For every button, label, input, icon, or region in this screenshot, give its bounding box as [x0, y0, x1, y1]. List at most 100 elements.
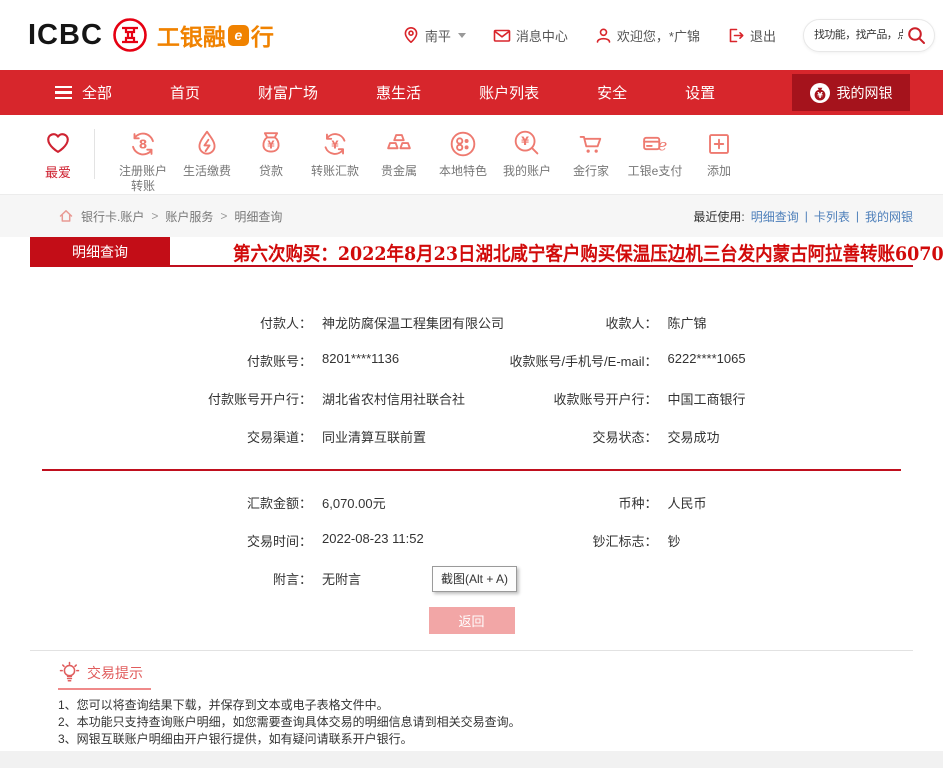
- quick-item-my-account[interactable]: ¥ 我的账户: [495, 127, 559, 179]
- payee-bank-value: 中国工商银行: [658, 389, 746, 408]
- time-label: 交易时间：: [30, 531, 312, 550]
- location-label: 南平: [425, 26, 451, 45]
- cash-flag-value: 钞: [658, 531, 681, 550]
- home-icon[interactable]: [58, 208, 74, 224]
- header-utilities: 南平 消息中心 欢迎您，*广锦: [402, 19, 935, 52]
- menu-icon: [55, 83, 72, 102]
- quick-item-label: 贵金属: [381, 164, 417, 179]
- brand-post: 行: [251, 18, 274, 52]
- top-header: ICBC 工银融 e 行 南平: [0, 0, 943, 70]
- nav-item-settings[interactable]: 设置: [685, 82, 715, 103]
- tips-list: 1、您可以将查询结果下载，并保存到文本或电子表格文件中。 2、本功能只支持查询账…: [58, 697, 913, 748]
- quick-item-label: 最爱: [45, 162, 71, 181]
- status-value: 交易成功: [658, 427, 720, 446]
- tab-detail-query[interactable]: 明细查询: [30, 237, 170, 267]
- breadcrumb-item-account-service[interactable]: 账户服务: [165, 208, 213, 225]
- remark-value: 无附言: [312, 569, 361, 588]
- my-ebank-badge[interactable]: ¥ 我的网银: [792, 74, 910, 111]
- tips-item: 1、您可以将查询结果下载，并保存到文本或电子表格文件中。: [58, 697, 913, 714]
- breadcrumb-bar: 银行卡.账户 > 账户服务 > 明细查询 最近使用: 明细查询 | 卡列表 | …: [0, 195, 943, 237]
- quick-item-gold-expert[interactable]: 金行家: [559, 127, 623, 179]
- brand-e-badge: e: [228, 25, 249, 46]
- transaction-tips: 交易提示 1、您可以将查询结果下载，并保存到文本或电子表格文件中。 2、本功能只…: [30, 650, 913, 748]
- quick-item-favorites[interactable]: 最爱: [42, 127, 74, 181]
- payee-label: 收款人：: [472, 313, 658, 332]
- quick-item-label: 金行家: [573, 164, 609, 179]
- welcome-user[interactable]: 欢迎您，*广锦: [595, 26, 700, 45]
- icbc-logo[interactable]: ICBC 工银融 e 行: [28, 17, 274, 53]
- nav-item-all[interactable]: 全部: [55, 82, 112, 103]
- annotation-title: 第六次购买：2022年8月23日湖北咸宁客户购买保温压边机三台发内蒙古阿拉善转账…: [233, 237, 943, 267]
- main-nav: 全部 首页 财富广场 惠生活 账户列表 安全 设置 ¥ 我的网银: [0, 70, 943, 115]
- search-box[interactable]: [803, 19, 935, 52]
- payee-bank-label: 收款账号开户行：: [472, 389, 658, 408]
- amount-label: 汇款金额：: [30, 493, 312, 512]
- breadcrumb-item-bankcard[interactable]: 银行卡.账户: [81, 208, 144, 225]
- quick-item-precious-metal[interactable]: 贵金属: [367, 127, 431, 179]
- life-payment-icon: [190, 127, 224, 161]
- detail-row: 交易渠道：同业清算互联前置 交易状态：交易成功: [30, 417, 913, 455]
- my-ebank-label: 我的网银: [837, 83, 893, 103]
- svg-text:¥: ¥: [267, 139, 275, 151]
- search-icon[interactable]: [907, 26, 926, 45]
- svg-text:¥: ¥: [331, 139, 339, 151]
- svg-text:e: e: [658, 136, 668, 155]
- quick-item-register-transfer[interactable]: 8 注册账户 转账: [111, 127, 175, 194]
- quick-item-label: 转账汇款: [311, 164, 359, 179]
- local-feature-icon: [446, 127, 480, 161]
- tips-title: 交易提示: [87, 663, 143, 683]
- detail-row: 交易时间：2022-08-23 11:52 钞汇标志：钞: [30, 521, 913, 559]
- link-separator: |: [856, 209, 859, 223]
- nav-item-life[interactable]: 惠生活: [376, 82, 421, 103]
- quick-item-label: 贷款: [259, 164, 283, 179]
- vertical-divider: [94, 129, 95, 179]
- payer-bank-label: 付款账号开户行：: [30, 389, 312, 408]
- quick-item-life-payment[interactable]: 生活缴费: [175, 127, 239, 179]
- loan-icon: ¥: [254, 127, 288, 161]
- nav-item-wealth[interactable]: 财富广场: [258, 82, 318, 103]
- payee-account-value: 6222****1065: [658, 351, 746, 370]
- recent-link-detail-query[interactable]: 明细查询: [751, 208, 799, 225]
- svg-text:8: 8: [139, 138, 148, 152]
- transaction-details: 付款人：神龙防腐保温工程集团有限公司 收款人：陈广锦 付款账号：8201****…: [30, 267, 913, 597]
- register-transfer-icon: 8: [126, 127, 160, 161]
- nav-item-home[interactable]: 首页: [170, 82, 200, 103]
- breadcrumb-separator: >: [220, 209, 227, 223]
- status-label: 交易状态：: [472, 427, 658, 446]
- currency-label: 币种：: [472, 493, 658, 512]
- recent-link-card-list[interactable]: 卡列表: [814, 208, 850, 225]
- quick-item-remittance[interactable]: ¥ 转账汇款: [303, 127, 367, 179]
- recent-link-my-ebank[interactable]: 我的网银: [865, 208, 913, 225]
- currency-value: 人民币: [658, 493, 707, 512]
- quick-item-local-feature[interactable]: 本地特色: [431, 127, 495, 179]
- location-selector[interactable]: 南平: [402, 26, 466, 45]
- breadcrumb-separator: >: [151, 209, 158, 223]
- detail-row: 付款账号开户行：湖北省农村信用社联合社 收款账号开户行：中国工商银行: [30, 379, 913, 417]
- bulb-icon: [58, 661, 81, 684]
- precious-metal-icon: [382, 127, 416, 161]
- my-account-icon: ¥: [510, 127, 544, 161]
- search-input[interactable]: [814, 29, 903, 41]
- nav-item-accounts[interactable]: 账户列表: [479, 82, 539, 103]
- message-center-link[interactable]: 消息中心: [493, 26, 568, 45]
- tips-item: 3、网银互联账户明细由开户银行提供，如有疑问请联系开户银行。: [58, 731, 913, 748]
- quick-item-label: 本地特色: [439, 164, 487, 179]
- section-banner: 明细查询 第六次购买：2022年8月23日湖北咸宁客户购买保温压边机三台发内蒙古…: [30, 237, 913, 267]
- payer-bank-value: 湖北省农村信用社联合社: [312, 389, 465, 408]
- quick-item-add[interactable]: 添加: [687, 127, 751, 179]
- back-button[interactable]: 返回: [429, 607, 515, 634]
- screenshot-tooltip: 截图(Alt + A): [432, 566, 517, 592]
- shopping-cart-icon: [574, 127, 608, 161]
- remark-label: 附言：: [30, 569, 312, 588]
- nav-item-security[interactable]: 安全: [597, 82, 627, 103]
- quick-item-loan[interactable]: ¥ 贷款: [239, 127, 303, 179]
- message-center-label: 消息中心: [516, 26, 568, 45]
- quick-item-epay[interactable]: e 工银e支付: [623, 127, 687, 179]
- logout-icon: [727, 27, 745, 44]
- logout-link[interactable]: 退出: [727, 26, 776, 45]
- breadcrumb-item-detail-query[interactable]: 明细查询: [234, 208, 282, 225]
- logout-label: 退出: [750, 26, 776, 45]
- chevron-down-icon: [458, 33, 466, 38]
- svg-text:¥: ¥: [817, 90, 823, 99]
- brand-name: 工银融 e 行: [157, 18, 274, 52]
